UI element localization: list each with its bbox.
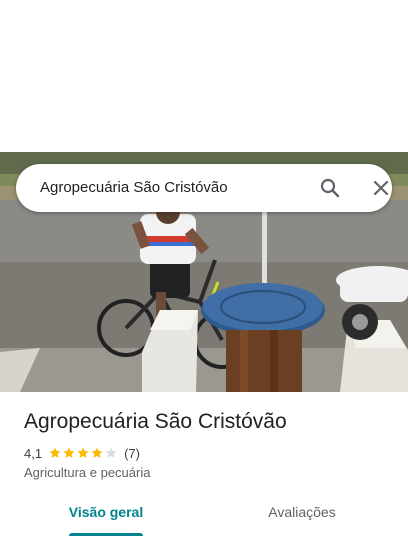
- search-bar[interactable]: Agropecuária São Cristóvão: [16, 164, 392, 212]
- star-icon: [49, 447, 61, 458]
- search-input[interactable]: Agropecuária São Cristóvão: [40, 164, 228, 212]
- rating-stars: [48, 446, 118, 460]
- star-icon: [63, 447, 75, 458]
- place-category[interactable]: Agricultura e pecuária: [24, 465, 150, 480]
- place-info-panel: Agropecuária São Cristóvão 4,1 (7) Agric…: [0, 392, 408, 544]
- place-title: Agropecuária São Cristóvão: [24, 410, 287, 433]
- star-icon: [91, 447, 103, 458]
- map-blank-area: [0, 0, 408, 152]
- star-icon: [77, 447, 89, 458]
- active-tab-indicator: [69, 533, 143, 536]
- star-empty-icon: [105, 447, 117, 458]
- search-icon[interactable]: [318, 176, 342, 200]
- tab-reviews[interactable]: Avaliações: [258, 504, 346, 536]
- rating-row[interactable]: 4,1 (7): [24, 444, 140, 462]
- close-icon[interactable]: [369, 176, 393, 200]
- tab-overview[interactable]: Visão geral: [64, 504, 148, 536]
- rating-value: 4,1: [24, 445, 43, 461]
- review-count[interactable]: (7): [124, 446, 140, 461]
